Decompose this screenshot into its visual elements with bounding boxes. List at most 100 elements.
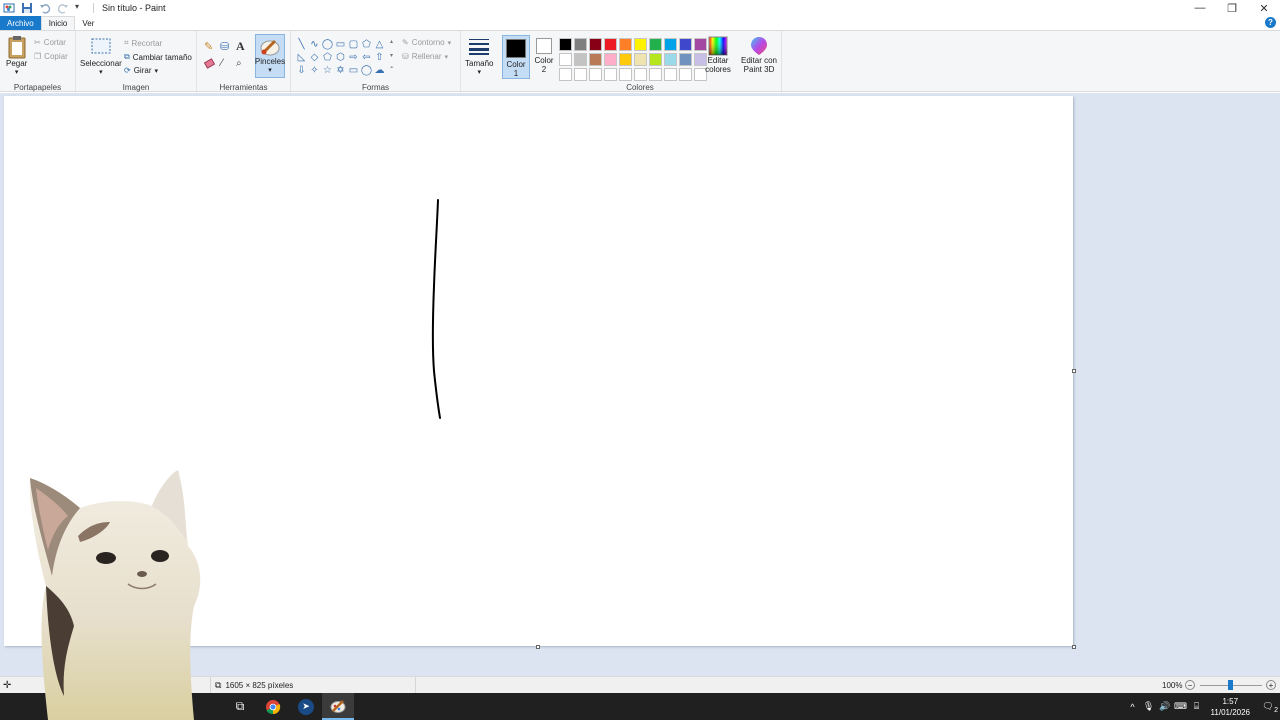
paint-app-icon[interactable] — [3, 2, 15, 14]
rectangle-shape-icon[interactable]: ▭ — [334, 38, 347, 51]
palette-color-swatch[interactable] — [559, 68, 572, 81]
palette-color-swatch[interactable] — [619, 38, 632, 51]
outline-button[interactable]: ✎ Contorno ▾ — [402, 38, 451, 47]
volume-icon[interactable]: 🔊 — [1157, 701, 1173, 712]
hexagon-shape-icon[interactable]: ⬡ — [334, 51, 347, 64]
right-triangle-shape-icon[interactable]: ◺ — [295, 51, 308, 64]
palette-color-swatch[interactable] — [679, 53, 692, 66]
edit-with-paint3d-button[interactable]: Editar con Paint 3D — [740, 36, 778, 74]
help-icon[interactable]: ? — [1265, 17, 1276, 28]
palette-color-swatch[interactable] — [664, 53, 677, 66]
fill-bucket-icon[interactable]: ⛁ — [220, 40, 229, 53]
polygon-shape-icon[interactable]: ⬠ — [360, 38, 373, 51]
zoom-slider-thumb[interactable] — [1228, 680, 1233, 690]
oval-shape-icon[interactable]: ◯ — [321, 38, 334, 51]
five-point-star-shape-icon[interactable]: ☆ — [321, 64, 334, 77]
chrome-taskbar-button[interactable] — [257, 693, 289, 720]
zoom-out-button[interactable]: − — [1185, 677, 1195, 693]
palette-color-swatch[interactable] — [574, 53, 587, 66]
palette-color-swatch[interactable] — [679, 68, 692, 81]
cut-button[interactable]: ✂ Cortar — [34, 38, 66, 47]
resize-handle-right[interactable] — [1072, 369, 1076, 373]
crop-button[interactable]: ⌗ Recortar — [124, 38, 162, 48]
brushes-button[interactable]: Pinceles ▾ — [255, 34, 285, 78]
oval-callout-shape-icon[interactable]: ◯ — [360, 64, 373, 77]
eraser-icon[interactable] — [203, 58, 216, 69]
palette-color-swatch[interactable] — [604, 53, 617, 66]
diamond-shape-icon[interactable]: ◇ — [308, 51, 321, 64]
pencil-icon[interactable]: ✎ — [204, 40, 213, 53]
palette-color-swatch[interactable] — [559, 53, 572, 66]
resize-button[interactable]: ⧉ Cambiar tamaño — [124, 52, 192, 62]
save-icon[interactable] — [21, 2, 33, 14]
palette-color-swatch[interactable] — [649, 53, 662, 66]
palette-color-swatch[interactable] — [679, 38, 692, 51]
pentagon-shape-icon[interactable]: ⬠ — [321, 51, 334, 64]
color-picker-icon[interactable]: ⁄ — [221, 57, 223, 69]
size-button[interactable]: Tamaño ▾ — [465, 37, 493, 76]
task-view-button[interactable]: ⧉ — [224, 693, 256, 720]
left-arrow-shape-icon[interactable]: ⇦ — [360, 51, 373, 64]
rotate-button[interactable]: ⟳ Girar ▾ — [124, 66, 158, 75]
resize-handle-bottom[interactable] — [536, 645, 540, 649]
close-button[interactable]: ✕ — [1248, 0, 1280, 16]
paint-taskbar-button[interactable] — [322, 693, 354, 720]
edit-colors-button[interactable]: Editar colores — [704, 36, 732, 74]
microphone-icon[interactable]: 🎙 — [1141, 701, 1157, 712]
shapes-scroll-up-icon[interactable]: ▴ — [390, 38, 393, 45]
zoom-in-button[interactable]: + — [1266, 677, 1276, 693]
redo-icon[interactable] — [57, 2, 69, 14]
palette-color-swatch[interactable] — [619, 53, 632, 66]
clock[interactable]: 1:57 11/01/2026 — [1205, 696, 1256, 718]
palette-color-swatch[interactable] — [589, 53, 602, 66]
palette-color-swatch[interactable] — [664, 38, 677, 51]
show-hidden-icons-chevron-icon[interactable]: ^ — [1125, 702, 1141, 712]
steam-taskbar-button[interactable]: ➤ — [290, 693, 322, 720]
tab-archivo[interactable]: Archivo — [0, 16, 41, 30]
curve-shape-icon[interactable]: ∿ — [308, 38, 321, 51]
down-arrow-shape-icon[interactable]: ⇩ — [295, 64, 308, 77]
triangle-shape-icon[interactable]: △ — [373, 38, 386, 51]
palette-color-swatch[interactable] — [634, 38, 647, 51]
four-point-star-shape-icon[interactable]: ✧ — [308, 64, 321, 77]
palette-color-swatch[interactable] — [634, 68, 647, 81]
palette-color-swatch[interactable] — [574, 38, 587, 51]
copy-button[interactable]: ❐ Copiar — [34, 52, 68, 61]
line-shape-icon[interactable]: ╲ — [295, 38, 308, 51]
right-arrow-shape-icon[interactable]: ⇨ — [347, 51, 360, 64]
undo-icon[interactable] — [39, 2, 51, 14]
color1-button[interactable]: Color 1 — [502, 35, 530, 79]
palette-color-swatch[interactable] — [634, 53, 647, 66]
network-icon[interactable]: ⌨ — [1173, 701, 1189, 712]
palette-color-swatch[interactable] — [589, 68, 602, 81]
palette-color-swatch[interactable] — [604, 68, 617, 81]
palette-color-swatch[interactable] — [664, 68, 677, 81]
palette-color-swatch[interactable] — [574, 68, 587, 81]
up-arrow-shape-icon[interactable]: ⇧ — [373, 51, 386, 64]
tab-ver[interactable]: Ver — [75, 16, 101, 30]
notifications-button[interactable]: 🗨 2 — [1256, 701, 1280, 714]
palette-color-swatch[interactable] — [649, 68, 662, 81]
magnifier-icon[interactable]: ⌕ — [236, 58, 242, 69]
restore-button[interactable]: ❐ — [1216, 0, 1248, 16]
palette-color-swatch[interactable] — [589, 38, 602, 51]
palette-color-swatch[interactable] — [604, 38, 617, 51]
rounded-callout-shape-icon[interactable]: ▭ — [347, 64, 360, 77]
select-button[interactable]: Seleccionar ▾ — [80, 37, 122, 76]
customize-toolbar-chevron-icon[interactable]: ▾ — [75, 2, 87, 14]
rounded-rectangle-shape-icon[interactable]: ▢ — [347, 38, 360, 51]
six-point-star-shape-icon[interactable]: ✡ — [334, 64, 347, 77]
paste-button[interactable]: Pegar ▾ — [6, 35, 27, 76]
shapes-scroll-down-icon[interactable]: ▾ — [390, 52, 393, 59]
cloud-callout-shape-icon[interactable]: ☁ — [373, 64, 386, 77]
color2-button[interactable]: Color 2 — [532, 38, 556, 74]
palette-color-swatch[interactable] — [649, 38, 662, 51]
palette-color-swatch[interactable] — [559, 38, 572, 51]
fill-button[interactable]: ⛁ Rellenar ▾ — [402, 52, 448, 61]
palette-color-swatch[interactable] — [619, 68, 632, 81]
text-icon[interactable]: A — [236, 39, 245, 54]
resize-handle-corner[interactable] — [1072, 645, 1076, 649]
keyboard-icon[interactable]: ⌸ — [1189, 701, 1205, 712]
shapes-expand-icon[interactable]: ⩡ — [390, 65, 393, 72]
minimize-button[interactable]: — — [1184, 0, 1216, 16]
